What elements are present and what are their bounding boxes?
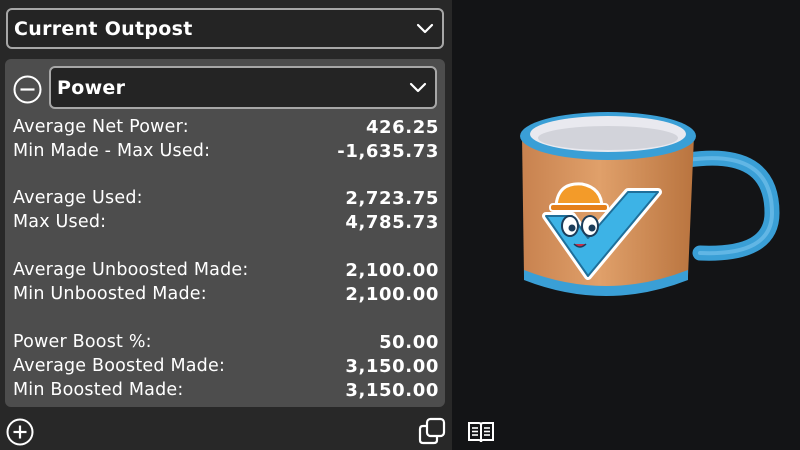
left-panel: Current Outpost Power Average Net Power:…	[0, 0, 452, 450]
stat-value: 426.25	[365, 116, 439, 138]
copy-icon[interactable]	[418, 417, 446, 445]
stat-label: Average Net Power:	[13, 117, 189, 137]
stat-label: Min Made - Max Used:	[13, 141, 211, 161]
stat-row-power-boost-percent: Power Boost %: 50.00	[13, 330, 439, 354]
stat-label: Min Unboosted Made:	[13, 284, 207, 304]
chevron-down-icon	[416, 23, 434, 33]
outpost-select-value: Current Outpost	[14, 17, 193, 40]
stat-value: 3,150.00	[345, 355, 439, 377]
power-stats-card: Power Average Net Power: 426.25 Min Made…	[5, 59, 445, 407]
stat-row-average-boosted-made: Average Boosted Made: 3,150.00	[13, 354, 439, 378]
stat-value: 4,785.73	[345, 211, 439, 233]
stat-value: 2,723.75	[345, 187, 439, 209]
category-select-value: Power	[57, 76, 126, 99]
stat-row-min-unboosted-made: Min Unboosted Made: 2,100.00	[13, 282, 439, 306]
category-select[interactable]: Power	[49, 66, 437, 109]
stat-label: Max Used:	[13, 212, 107, 232]
stat-label: Min Boosted Made:	[13, 380, 184, 400]
stat-value: -1,635.73	[337, 140, 439, 162]
stat-row-average-unboosted-made: Average Unboosted Made: 2,100.00	[13, 258, 439, 282]
stat-value: 3,150.00	[345, 379, 439, 401]
stat-value: 50.00	[379, 331, 439, 353]
book-icon[interactable]	[467, 420, 495, 444]
stat-row-max-used: Max Used: 4,785.73	[13, 210, 439, 234]
plus-circle-icon[interactable]	[6, 418, 34, 446]
stat-value: 2,100.00	[345, 283, 439, 305]
stat-row-min-made-max-used: Min Made - Max Used: -1,635.73	[13, 139, 439, 163]
stat-label: Average Unboosted Made:	[13, 260, 249, 280]
stat-label: Average Boosted Made:	[13, 356, 226, 376]
chevron-down-icon	[409, 82, 427, 92]
stat-row-average-used: Average Used: 2,723.75	[13, 186, 439, 210]
minus-circle-icon[interactable]	[13, 75, 42, 104]
stat-label: Power Boost %:	[13, 332, 152, 352]
outpost-select[interactable]: Current Outpost	[6, 8, 444, 49]
stat-label: Average Used:	[13, 188, 143, 208]
mug-image	[520, 112, 780, 296]
stat-row-average-net-power: Average Net Power: 426.25	[13, 115, 439, 139]
stat-row-min-boosted-made: Min Boosted Made: 3,150.00	[13, 378, 439, 402]
stat-value: 2,100.00	[345, 259, 439, 281]
